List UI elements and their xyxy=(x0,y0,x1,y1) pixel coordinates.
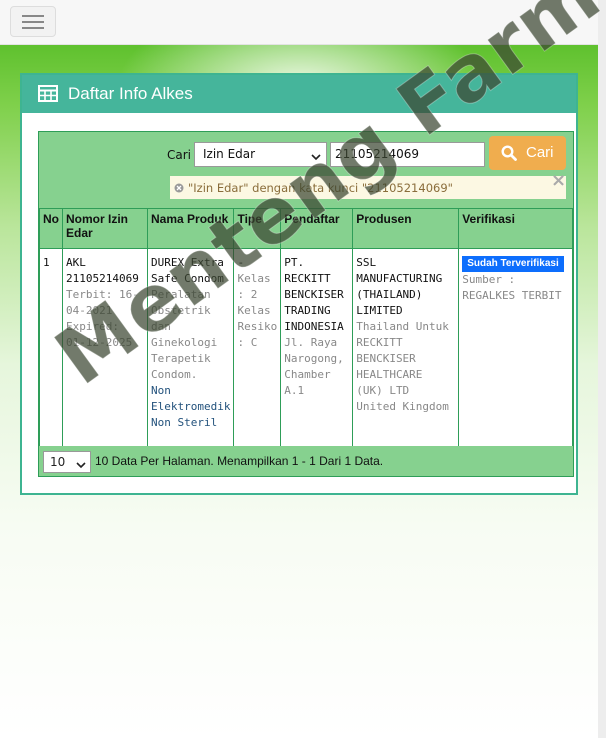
table-header-row: No Nomor Izin Edar Nama Produk Tipe Pend… xyxy=(39,208,573,249)
cell-verifikasi: Sudah Terverifikasi Sumber : REGALKES TE… xyxy=(458,248,573,448)
search-button-label: Cari xyxy=(526,144,554,161)
remove-circle-icon xyxy=(174,182,184,196)
table-row: 1 AKL 21105214069 Terbit: 16-04-2021 Exp… xyxy=(39,248,573,448)
terbit-date: Terbit: 16-04-2021 xyxy=(66,288,139,317)
search-field-value: Izin Edar xyxy=(203,147,256,161)
table-icon xyxy=(38,85,58,105)
alert-close-button[interactable]: × xyxy=(551,172,566,190)
search-label: Cari xyxy=(167,148,191,162)
results-container: Cari Izin Edar 21105214069 Cari "Izin Ed… xyxy=(38,131,574,477)
panel-header: Daftar Info Alkes xyxy=(22,75,576,113)
column-header: Tipe xyxy=(233,208,282,249)
per-page-value: 10 xyxy=(50,455,66,469)
pagination-info: 10 Data Per Halaman. Menampilkan 1 - 1 D… xyxy=(95,454,384,468)
product-name: DUREX Extra Safe Condom xyxy=(151,256,224,285)
search-field-select[interactable]: Izin Edar xyxy=(194,142,327,167)
search-input[interactable]: 21105214069 xyxy=(330,142,485,167)
cell-nama-produk: DUREX Extra Safe Condom Peralatan Obstet… xyxy=(146,248,235,448)
tipe-dash: - xyxy=(237,256,245,269)
cell-produsen: SSL MANUFACTURING (THAILAND) LIMITED Tha… xyxy=(352,248,460,448)
pendaftar-name: PT. RECKITT BENCKISER TRADING INDONESIA xyxy=(284,256,344,333)
panel-title: Daftar Info Alkes xyxy=(68,84,193,103)
verification-source: Sumber : REGALKES TERBIT xyxy=(462,273,562,302)
produsen-detail: Thailand Untuk RECKITT BENCKISER HEALTHC… xyxy=(356,320,449,413)
search-alert: "Izin Edar" dengan kata kunci "211052140… xyxy=(170,176,566,199)
menu-toggle-button[interactable] xyxy=(10,6,56,37)
chevron-down-icon xyxy=(311,150,321,164)
column-header: No xyxy=(39,208,63,249)
column-header: Pendaftar xyxy=(280,208,354,249)
top-navbar xyxy=(0,0,598,45)
alert-text: "Izin Edar" dengan kata kunci "211052140… xyxy=(188,181,453,195)
search-button[interactable]: Cari xyxy=(489,136,566,170)
column-header: Verifikasi xyxy=(458,208,573,249)
tipe-detail: Kelas : 2 Kelas Resiko : C xyxy=(237,272,278,349)
column-header: Produsen xyxy=(352,208,460,249)
cell-izin-edar: AKL 21105214069 Terbit: 16-04-2021 Expir… xyxy=(62,248,148,448)
product-class: Non Elektromedik Non Steril xyxy=(151,384,231,429)
column-header: Nomor Izin Edar xyxy=(62,208,148,249)
pendaftar-address: Jl. Raya Narogong, Chamber A.1 xyxy=(284,336,344,397)
per-page-select[interactable]: 10 xyxy=(43,451,91,473)
cell-pendaftar: PT. RECKITT BENCKISER TRADING INDONESIA … xyxy=(280,248,354,448)
search-bar: Cari Izin Edar 21105214069 Cari "Izin Ed… xyxy=(39,132,573,208)
verified-badge: Sudah Terverifikasi xyxy=(462,256,564,272)
alkes-panel: Daftar Info Alkes Cari Izin Edar 2110521… xyxy=(20,73,578,495)
chevron-down-icon xyxy=(76,458,86,472)
expired-date: Expired: 01-12-2025 xyxy=(66,320,133,349)
cell-no: 1 xyxy=(39,248,63,448)
pagination-bar: 10 10 Data Per Halaman. Menampilkan 1 - … xyxy=(39,446,573,476)
hamburger-bar xyxy=(22,21,44,23)
produsen-name: SSL MANUFACTURING (THAILAND) LIMITED xyxy=(356,256,443,317)
hamburger-bar xyxy=(22,15,44,17)
alkes-table: No Nomor Izin Edar Nama Produk Tipe Pend… xyxy=(39,208,573,448)
column-header: Nama Produk xyxy=(146,208,235,249)
hamburger-bar xyxy=(22,27,44,29)
product-description: Peralatan Obstetrik dan Ginekologi Terap… xyxy=(151,288,218,381)
page-scrollbar[interactable] xyxy=(598,0,606,738)
row-number: 1 xyxy=(43,256,50,269)
search-icon xyxy=(501,145,517,165)
cell-tipe: - Kelas : 2 Kelas Resiko : C xyxy=(233,248,282,448)
izin-edar-number: AKL 21105214069 xyxy=(66,256,139,285)
